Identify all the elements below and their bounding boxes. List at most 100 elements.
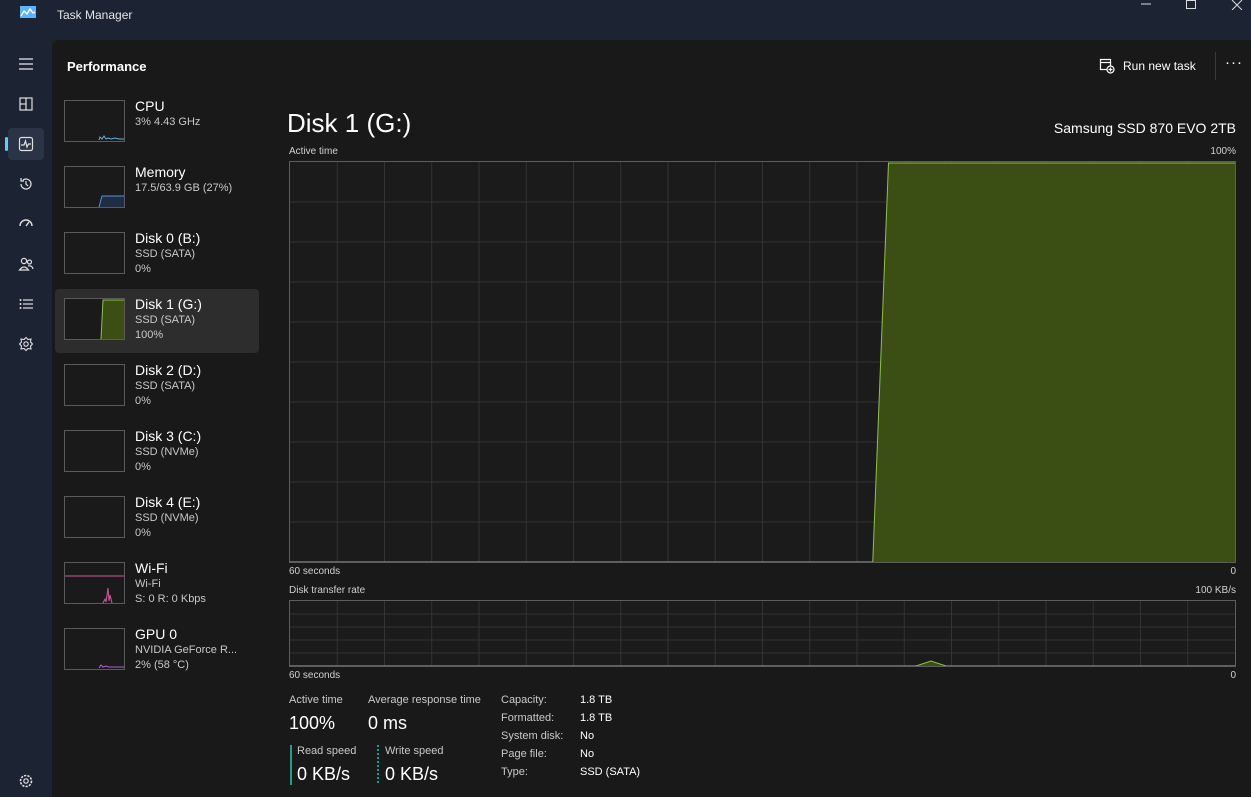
nav-performance[interactable] xyxy=(8,128,44,160)
property-key: Type: xyxy=(501,766,528,778)
details-icon xyxy=(19,299,33,309)
wifi-sparkline xyxy=(65,575,124,603)
device-thumbnail xyxy=(64,364,125,406)
property-value: 1.8 TB xyxy=(580,694,613,706)
device-item[interactable]: Wi-Fi Wi-Fi S: 0 R: 0 Kbps xyxy=(55,553,259,617)
transfer-rate-chart xyxy=(290,601,1235,666)
gpu-sparkline xyxy=(98,664,124,669)
property-value: 1.8 TB xyxy=(580,712,613,724)
device-name: Memory xyxy=(135,164,186,180)
device-item[interactable]: Disk 1 (G:) SSD (SATA) 100% xyxy=(55,289,259,353)
transfer-graph-label: Disk transfer rate xyxy=(289,585,366,596)
property-key: System disk: xyxy=(501,730,564,742)
transfer-graph-duration: 60 seconds xyxy=(289,670,341,681)
device-name: CPU xyxy=(135,98,165,114)
nav-processes[interactable] xyxy=(8,88,44,120)
run-new-task-button[interactable]: Run new task xyxy=(1099,57,1196,75)
device-thumbnail xyxy=(64,166,125,208)
read-speed-label: Read speed xyxy=(297,745,357,757)
write-speed-label: Write speed xyxy=(385,745,444,757)
property-key: Page file: xyxy=(501,748,547,760)
device-item[interactable]: Disk 3 (C:) SSD (NVMe) 0% xyxy=(55,421,259,485)
active-time-graph-zero: 0 xyxy=(1230,566,1236,577)
disk-sparkline xyxy=(65,365,124,405)
toolbar-divider xyxy=(1215,52,1216,80)
run-task-icon xyxy=(1099,58,1115,74)
active-time-graph-label: Active time xyxy=(289,146,338,157)
startup-apps-icon xyxy=(19,219,33,227)
property-value: SSD (SATA) xyxy=(580,766,641,778)
processes-icon xyxy=(19,97,33,111)
device-usage: 0% xyxy=(135,395,151,407)
transfer-blip xyxy=(915,660,947,666)
device-usage: 2% (58 °C) xyxy=(135,659,189,671)
device-thumbnail xyxy=(64,496,125,538)
close-button[interactable] xyxy=(1214,0,1251,12)
device-name: Disk 0 (B:) xyxy=(135,230,201,246)
device-item[interactable]: Disk 0 (B:) SSD (SATA) 0% xyxy=(55,223,259,287)
property-key: Capacity: xyxy=(501,694,547,706)
maximize-button[interactable] xyxy=(1168,0,1214,12)
device-item[interactable]: CPU 3% 4.43 GHz xyxy=(55,91,259,155)
nav-users[interactable] xyxy=(8,248,44,280)
read-speed-value: 0 KB/s xyxy=(297,764,351,784)
device-detail: 3% 4.43 GHz xyxy=(135,116,201,128)
more-options-button[interactable]: ··· xyxy=(1223,54,1245,71)
transfer-graph-zero: 0 xyxy=(1230,670,1236,681)
active-time-graph xyxy=(289,161,1236,563)
device-item[interactable]: Memory 17.5/63.9 GB (27%) xyxy=(55,157,259,221)
minimize-icon xyxy=(1141,3,1151,5)
nav-active-indicator xyxy=(5,137,8,151)
write-speed-value: 0 KB/s xyxy=(385,764,439,784)
device-item[interactable]: GPU 0 NVIDIA GeForce R... 2% (58 °C) xyxy=(55,619,259,683)
nav-services[interactable] xyxy=(8,328,44,360)
active-time-graph-duration: 60 seconds xyxy=(289,566,341,577)
property-key: Formatted: xyxy=(501,712,555,724)
response-time-stat-value: 0 ms xyxy=(368,713,408,733)
disk-sparkline xyxy=(65,233,124,273)
nav-startup-apps[interactable] xyxy=(8,208,44,240)
hamburger-icon xyxy=(19,58,33,70)
app-title: Task Manager xyxy=(57,8,133,22)
active-time-stat-label: Active time xyxy=(289,694,343,706)
device-item[interactable]: Disk 4 (E:) SSD (NVMe) 0% xyxy=(55,487,259,551)
run-new-task-label: Run new task xyxy=(1123,59,1196,73)
nav-app-history[interactable] xyxy=(8,168,44,200)
response-time-stat-label: Average response time xyxy=(368,694,481,706)
device-usage: S: 0 R: 0 Kbps xyxy=(135,593,206,605)
device-name: Disk 3 (C:) xyxy=(135,428,202,444)
device-thumbnail xyxy=(64,100,125,142)
nav-details[interactable] xyxy=(8,288,44,320)
device-name: Disk 2 (D:) xyxy=(135,362,202,378)
memory-sparkline xyxy=(98,195,124,207)
device-detail: SSD (SATA) xyxy=(135,314,196,326)
device-usage: 0% xyxy=(135,527,151,539)
active-time-stat-value: 100% xyxy=(289,713,336,733)
services-icon xyxy=(18,336,34,352)
device-detail: SSD (SATA) xyxy=(135,380,196,392)
transfer-graph-max: 100 KB/s xyxy=(1195,585,1236,596)
close-icon xyxy=(1231,0,1243,11)
nav-menu-button[interactable] xyxy=(8,48,44,80)
device-thumbnail xyxy=(64,562,125,604)
chart-grid xyxy=(290,601,1235,666)
main-panel: Performance Run new task ··· CPU 3% 4.43 … xyxy=(52,40,1251,797)
device-item[interactable]: Disk 2 (D:) SSD (SATA) 0% xyxy=(55,355,259,419)
performance-icon xyxy=(18,136,34,152)
device-detail: 17.5/63.9 GB (27%) xyxy=(135,182,233,194)
device-detail: SSD (NVMe) xyxy=(135,446,199,458)
device-name: Wi-Fi xyxy=(135,560,168,576)
nav-rail xyxy=(0,40,52,797)
disk-sparkline xyxy=(65,431,124,471)
device-thumbnail xyxy=(64,298,125,340)
title-bar: Task Manager xyxy=(0,0,1251,40)
device-thumbnail xyxy=(64,628,125,670)
cpu-sparkline xyxy=(98,135,124,141)
transfer-rate-graph xyxy=(289,600,1236,667)
device-usage: 0% xyxy=(135,461,151,473)
disk-model: Samsung SSD 870 EVO 2TB xyxy=(1053,120,1236,136)
device-name: GPU 0 xyxy=(135,626,178,642)
disk-sparkline xyxy=(100,299,124,339)
minimize-button[interactable] xyxy=(1123,0,1169,12)
nav-settings[interactable] xyxy=(8,765,44,797)
